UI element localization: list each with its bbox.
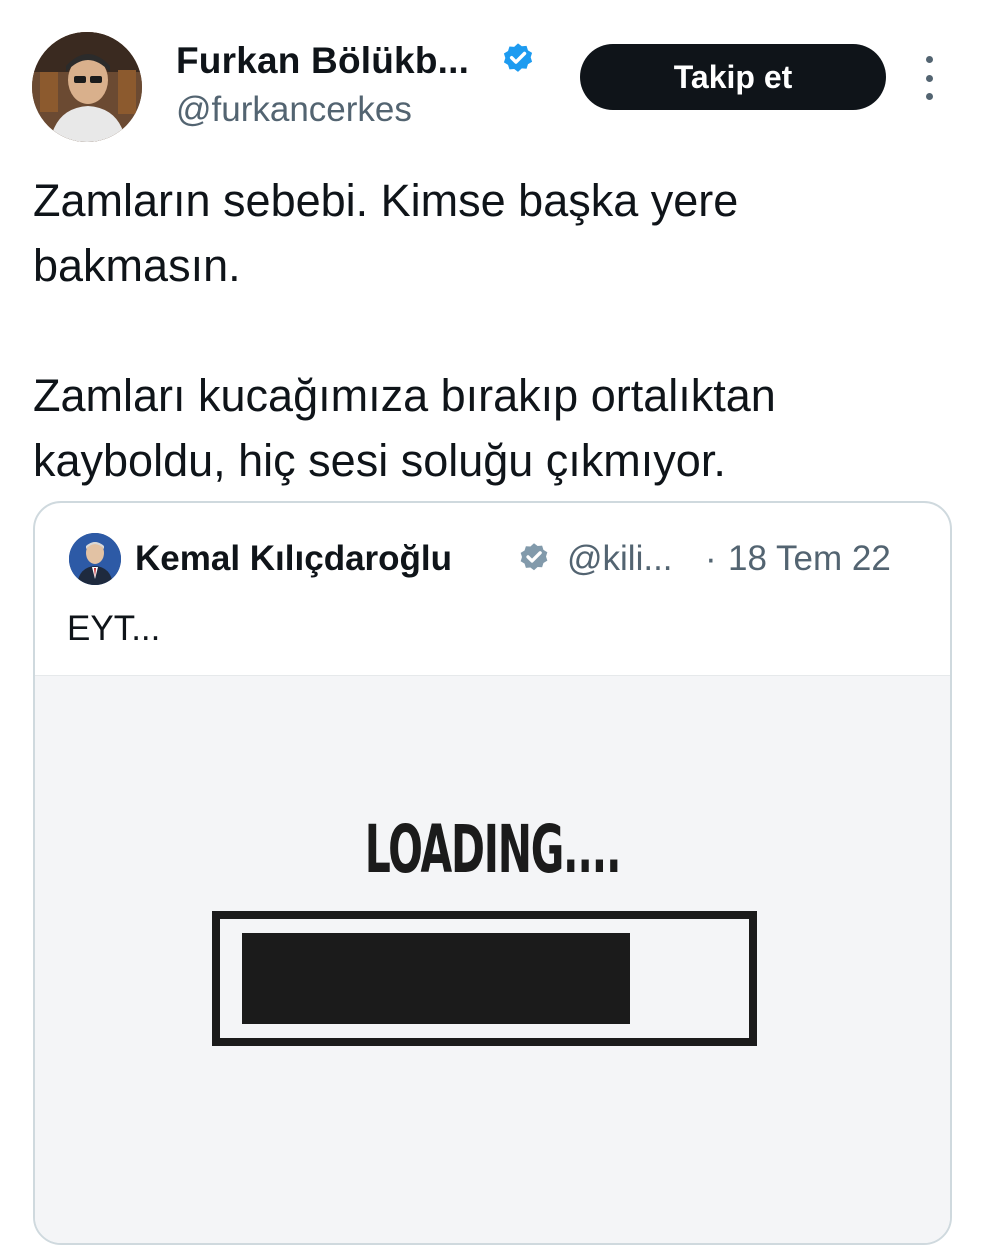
quoted-tweet-date[interactable]: 18 Tem 22: [728, 539, 891, 579]
quoted-tweet-media[interactable]: LOADING....: [35, 675, 950, 1243]
tweet-line: Zamları kucağımıza bırakıp ortalıktan: [33, 370, 776, 421]
quoted-tweet-card[interactable]: Kemal Kılıçdaroğlu @kili... · 18 Tem 22 …: [33, 501, 952, 1245]
more-vertical-icon[interactable]: [912, 56, 946, 100]
verified-badge-icon: [520, 543, 548, 571]
loading-progress-fill: [242, 933, 630, 1024]
quoted-avatar-photo: [69, 533, 121, 585]
author-handle[interactable]: @furkancerkes: [176, 90, 412, 130]
quoted-tweet-text: EYT...: [67, 609, 161, 648]
loading-progress-bar: [212, 911, 757, 1046]
author-avatar[interactable]: [32, 32, 142, 142]
tweet-line: bakmasın.: [33, 240, 241, 291]
quoted-author-handle[interactable]: @kili...: [567, 539, 673, 579]
meta-separator: ·: [705, 539, 717, 578]
quoted-author-name[interactable]: Kemal Kılıçdaroğlu: [135, 539, 452, 579]
quoted-author-avatar[interactable]: [69, 533, 121, 585]
follow-button[interactable]: Takip et: [580, 44, 886, 110]
tweet-line: kayboldu, hiç sesi soluğu çıkmıyor.: [33, 435, 726, 486]
avatar-photo: [32, 32, 142, 142]
tweet-line: Zamların sebebi. Kimse başka yere: [33, 175, 739, 226]
verified-badge-icon: [503, 43, 533, 72]
author-display-name[interactable]: Furkan Bölükb...: [176, 40, 469, 82]
loading-caption: LOADING....: [364, 811, 622, 888]
tweet-text: Zamların sebebi. Kimse başka yere bakmas…: [33, 168, 953, 493]
